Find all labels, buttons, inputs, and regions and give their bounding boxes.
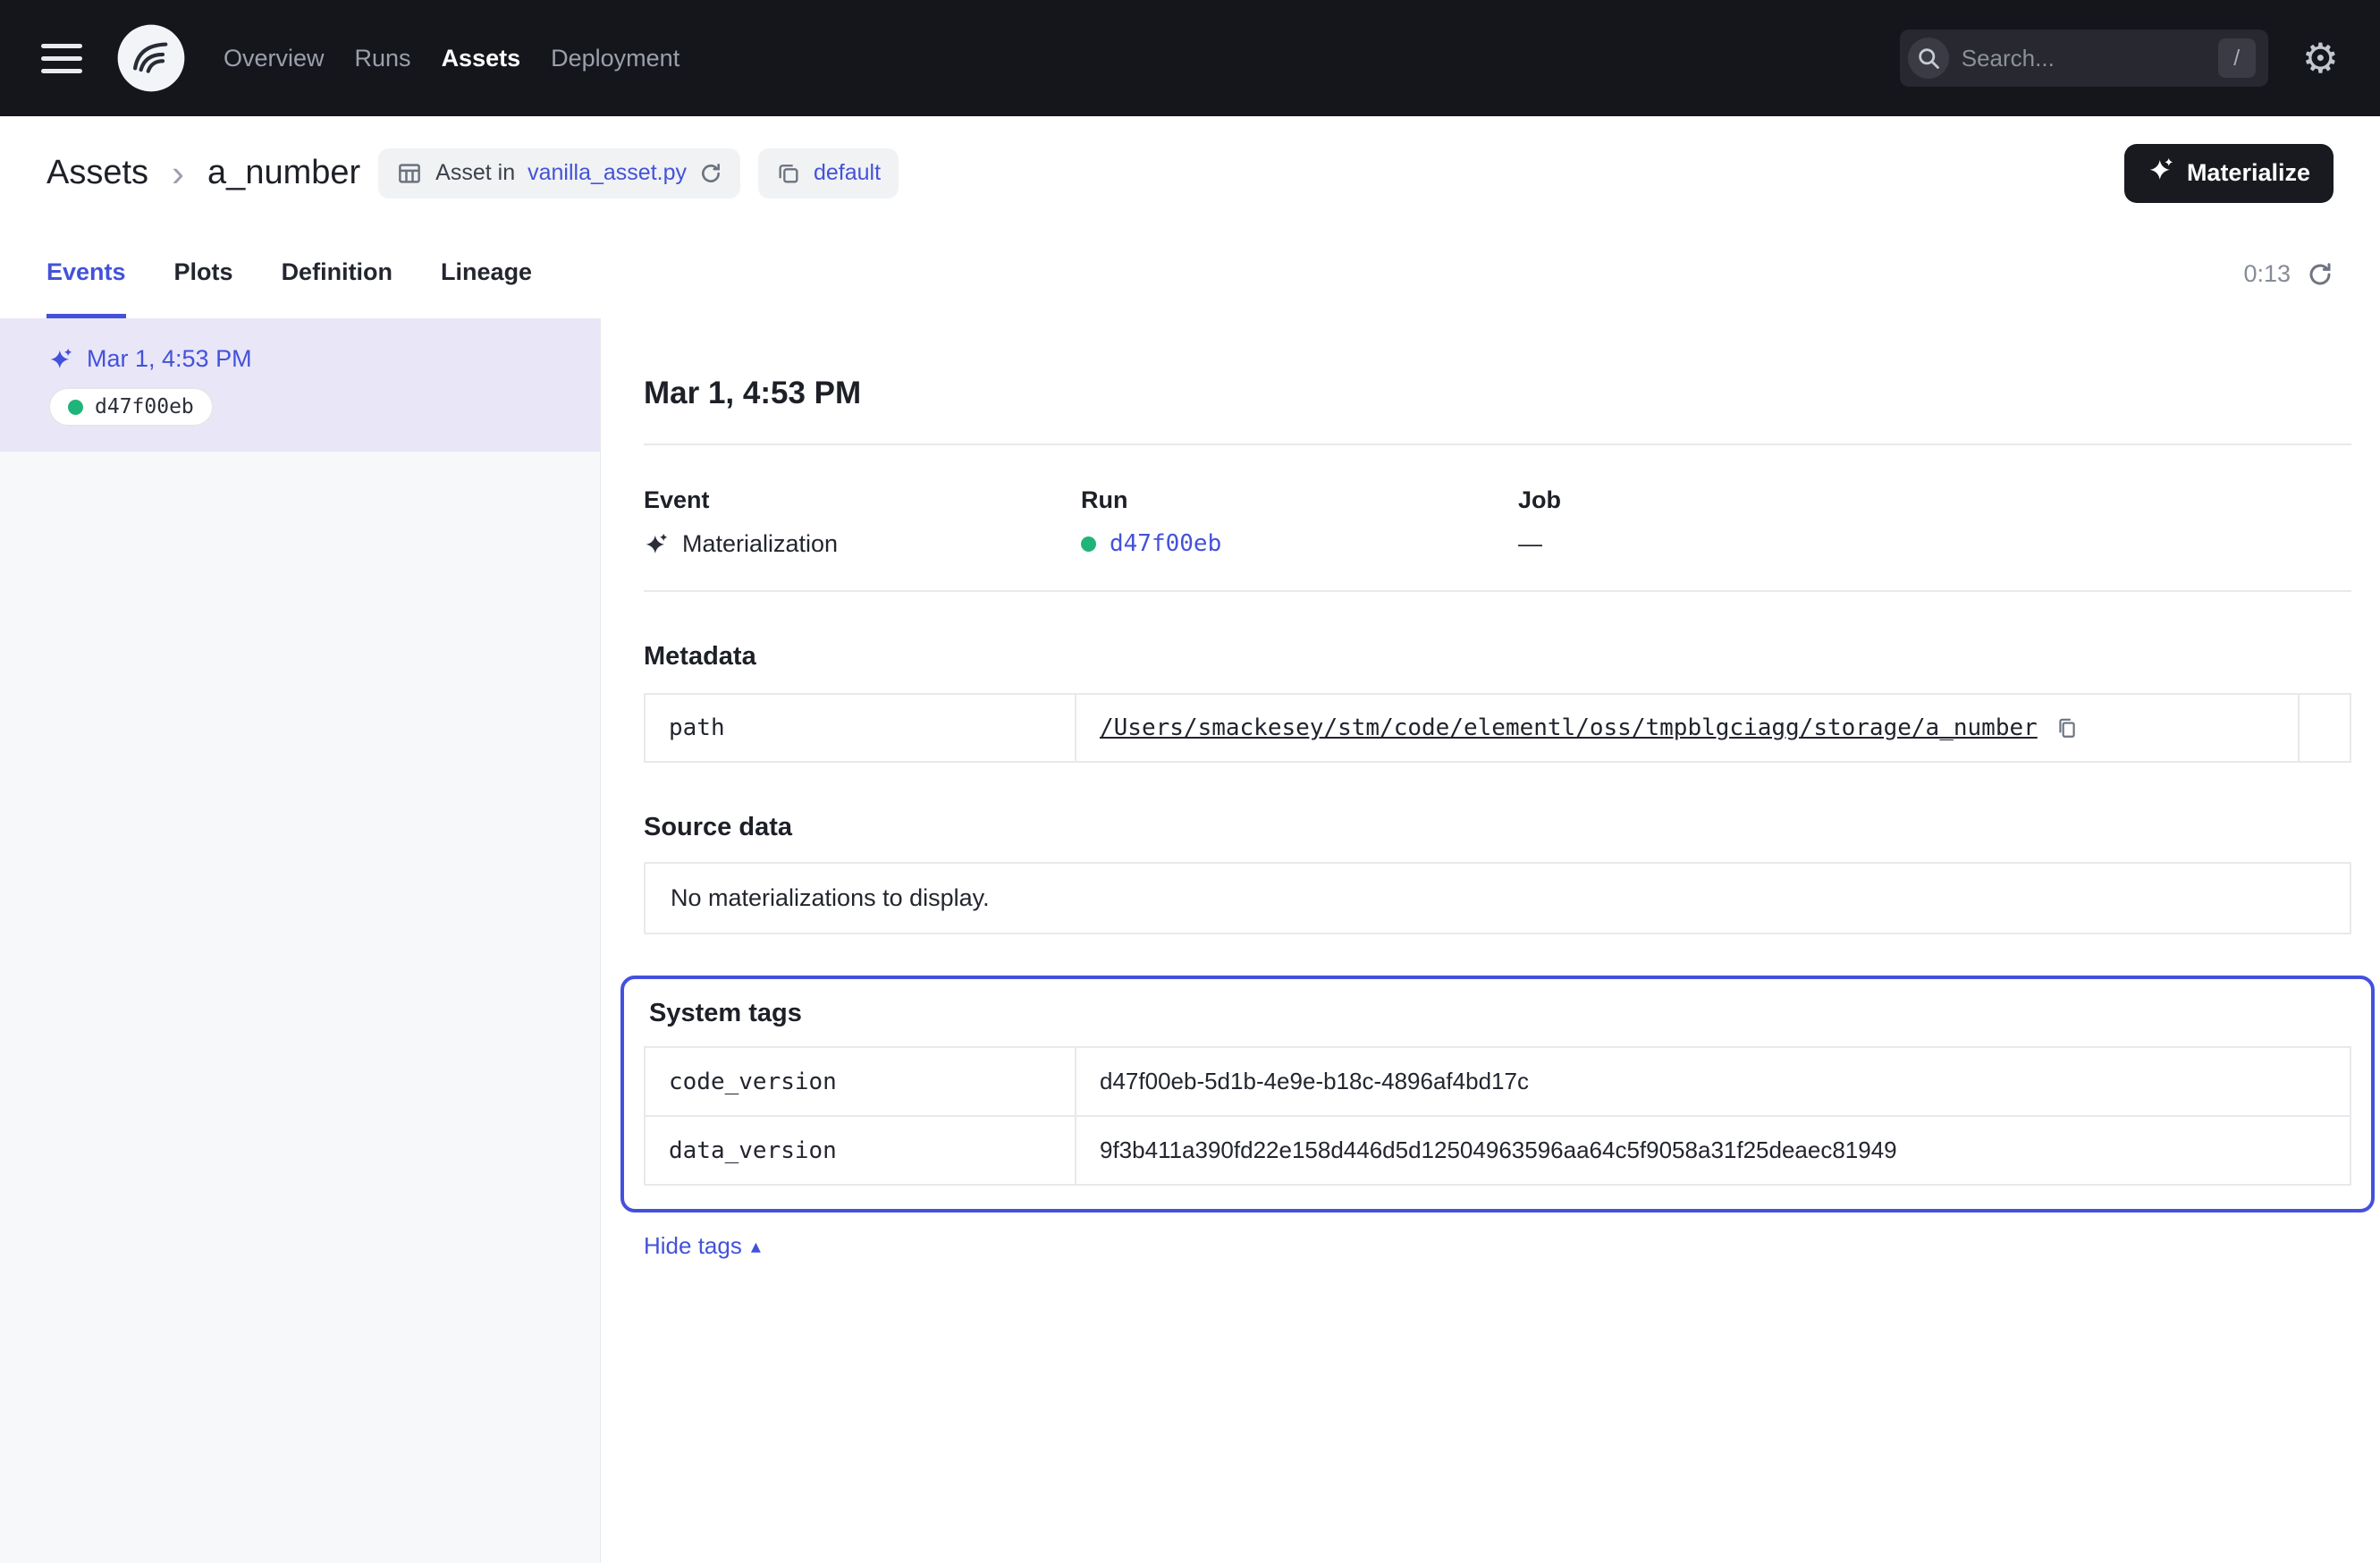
materialize-button-label: Materialize [2187, 159, 2310, 187]
settings-gear-icon[interactable]: ⚙ [2302, 38, 2339, 79]
tab-events[interactable]: Events [46, 230, 126, 318]
chevron-up-icon: ▴ [751, 1237, 761, 1256]
run-id-label: d47f00eb [95, 395, 194, 418]
asset-file-link[interactable]: vanilla_asset.py [527, 160, 687, 186]
search-shortcut-badge: / [2218, 38, 2256, 78]
nav-item-deployment[interactable]: Deployment [551, 45, 679, 72]
system-tags-table: code_version d47f00eb-5d1b-4e9e-b18c-489… [644, 1046, 2351, 1186]
breadcrumb-assets-link[interactable]: Assets [46, 154, 148, 192]
event-column: Event Materialization [644, 486, 1081, 558]
metadata-value-cell: /Users/smackesey/stm/code/elementl/oss/t… [1076, 694, 2299, 762]
refresh-status: 0:13 [2243, 260, 2334, 288]
system-tags-section-highlighted: System tags code_version d47f00eb-5d1b-4… [620, 976, 2375, 1212]
tag-value-cell: d47f00eb-5d1b-4e9e-b18c-4896af4bd17c [1076, 1047, 2350, 1116]
hide-tags-link[interactable]: Hide tags ▴ [644, 1232, 761, 1260]
asset-tabs: Events Plots Definition Lineage [46, 230, 532, 318]
run-label: Run [1081, 486, 1518, 514]
event-detail-panel: Mar 1, 4:53 PM Event Materialization Run [601, 318, 2380, 1563]
event-detail-heading: Mar 1, 4:53 PM [644, 376, 2351, 411]
source-data-empty-message: No materializations to display. [644, 862, 2351, 934]
event-timestamp: Mar 1, 4:53 PM [87, 345, 252, 373]
tab-lineage[interactable]: Lineage [441, 230, 532, 318]
materialize-button[interactable]: Materialize [2124, 144, 2334, 203]
event-list-item-selected[interactable]: Mar 1, 4:53 PM d47f00eb [0, 318, 600, 452]
tab-definition[interactable]: Definition [282, 230, 392, 318]
materialization-sparkle-icon [48, 347, 73, 372]
metadata-key-cell: path [645, 694, 1076, 762]
run-id-pill[interactable]: d47f00eb [48, 387, 214, 427]
refresh-icon[interactable] [2307, 261, 2334, 288]
metadata-path-link[interactable]: /Users/smackesey/stm/code/elementl/oss/t… [1100, 714, 2038, 741]
event-info-grid: Event Materialization Run d47f00eb [644, 486, 2351, 558]
asset-pill-prefix: Asset in [435, 160, 515, 186]
sparkle-icon [2148, 156, 2174, 190]
breadcrumb-asset-name: a_number [207, 154, 360, 192]
nav-item-overview[interactable]: Overview [224, 45, 325, 72]
top-navigation-bar: Overview Runs Assets Deployment / ⚙ [0, 0, 2380, 116]
divider [644, 444, 2351, 445]
materialization-sparkle-icon [644, 532, 669, 557]
events-sidebar: Mar 1, 4:53 PM d47f00eb [0, 318, 601, 1563]
nav-item-assets[interactable]: Assets [442, 45, 521, 72]
asset-header: Assets › a_number Asset in vanilla_asset… [0, 116, 2380, 230]
asset-group-link[interactable]: default [814, 160, 881, 186]
metadata-section: Metadata path /Users/smackesey/stm/code/… [644, 642, 2351, 763]
search-input[interactable] [1962, 45, 2206, 72]
event-item-header: Mar 1, 4:53 PM [48, 345, 578, 373]
run-status-dot [68, 400, 83, 415]
run-id-link[interactable]: d47f00eb [1110, 530, 1221, 557]
run-status-dot [1081, 536, 1096, 552]
system-tags-heading: System tags [649, 999, 2351, 1028]
breadcrumb-chevron-icon: › [172, 155, 184, 192]
metadata-end-cell [2299, 694, 2350, 762]
tag-key-cell: code_version [645, 1047, 1076, 1116]
copy-icon[interactable] [2055, 716, 2079, 739]
asset-definition-pill[interactable]: Asset in vanilla_asset.py [378, 148, 740, 199]
job-value: — [1518, 530, 1955, 558]
search-icon [1908, 38, 1949, 79]
asset-tabs-bar: Events Plots Definition Lineage 0:13 [0, 230, 2380, 318]
event-type-value: Materialization [682, 530, 838, 558]
metadata-heading: Metadata [644, 642, 2351, 672]
table-row: data_version 9f3b411a390fd22e158d446d5d1… [645, 1116, 2350, 1185]
asset-group-pill[interactable]: default [758, 148, 899, 199]
table-row: code_version d47f00eb-5d1b-4e9e-b18c-489… [645, 1047, 2350, 1116]
primary-nav: Overview Runs Assets Deployment [224, 45, 679, 72]
divider [644, 590, 2351, 592]
event-label: Event [644, 486, 1081, 514]
metadata-table: path /Users/smackesey/stm/code/elementl/… [644, 693, 2351, 763]
global-search[interactable]: / [1900, 30, 2268, 87]
table-grid-icon [396, 160, 423, 187]
run-column: Run d47f00eb [1081, 486, 1518, 558]
table-row: path /Users/smackesey/stm/code/elementl/… [645, 694, 2350, 762]
hide-tags-label: Hide tags [644, 1232, 742, 1260]
tag-value-cell: 9f3b411a390fd22e158d446d5d12504963596aa6… [1076, 1116, 2350, 1185]
group-copies-icon [776, 161, 801, 186]
content-area: Mar 1, 4:53 PM d47f00eb Mar 1, 4:53 PM E… [0, 318, 2380, 1563]
job-label: Job [1518, 486, 1955, 514]
reload-definition-icon[interactable] [699, 162, 722, 185]
tag-key-cell: data_version [645, 1116, 1076, 1185]
job-column: Job — [1518, 486, 1955, 558]
source-data-heading: Source data [644, 813, 2351, 842]
source-data-section: Source data No materializations to displ… [644, 813, 2351, 934]
menu-icon[interactable] [41, 44, 82, 73]
tab-plots[interactable]: Plots [174, 230, 233, 318]
refresh-timer: 0:13 [2243, 260, 2291, 288]
dagster-logo[interactable] [116, 23, 186, 93]
nav-item-runs[interactable]: Runs [355, 45, 411, 72]
